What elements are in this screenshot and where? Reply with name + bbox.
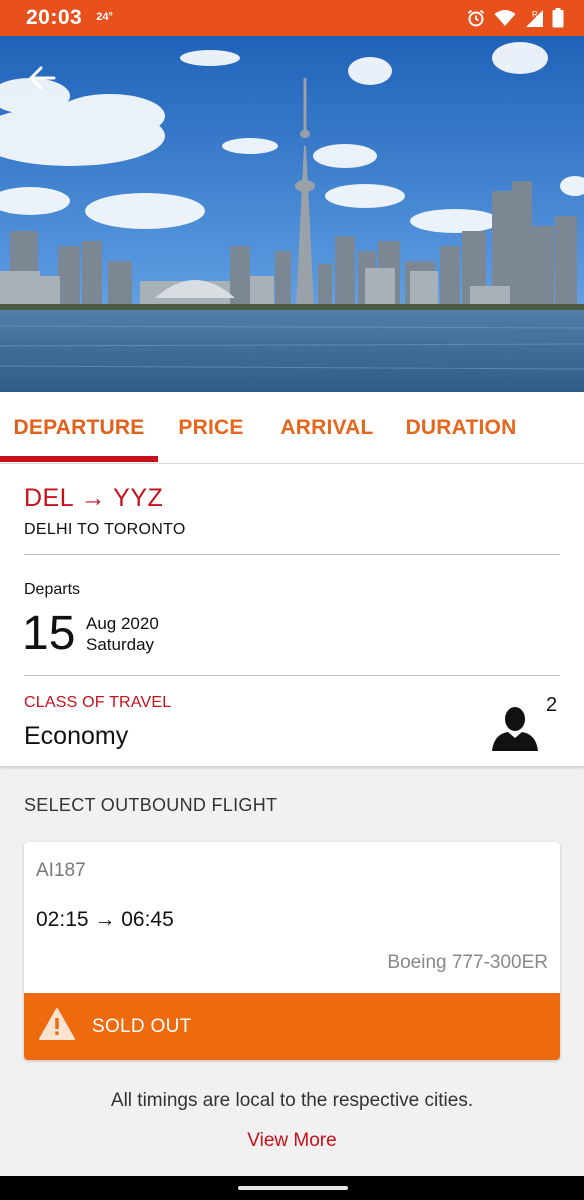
divider [24,675,560,676]
tab-duration[interactable]: DURATION [396,392,526,464]
route-name: DELHI TO TORONTO [24,521,186,538]
departure-weekday: Saturday [86,635,155,654]
trip-details-card: DEL → YYZ DELHI TO TORONTO Departs 15 Au… [0,464,584,766]
arrow-left-icon [28,66,56,95]
destination-hero-image [0,36,584,392]
system-nav-bar [0,1176,584,1200]
flight-number: AI187 [36,860,86,881]
tab-arrival[interactable]: ARRIVAL [270,392,384,464]
status-icons: R [466,8,564,28]
status-temperature: 24° [96,11,113,23]
passenger-count: 2 [546,694,558,716]
status-bar: 20:03 24° R [0,0,584,36]
back-button[interactable] [22,60,62,100]
view-more-link[interactable]: View More [0,1130,584,1152]
timings-note: All timings are local to the respective … [110,1090,474,1111]
svg-text:R: R [532,10,538,19]
sort-tabs: DEPARTURE PRICE ARRIVAL DURATION [0,392,584,464]
route-code: DEL → YYZ [24,484,164,512]
warning-icon [38,1007,76,1046]
wifi-icon [494,9,516,27]
departure-day: 15 [22,607,76,660]
outbound-section-title: SELECT OUTBOUND FLIGHT [24,795,278,815]
alarm-icon [466,8,486,28]
class-of-travel-value: Economy [24,722,129,750]
sold-out-label: SOLD OUT [92,1015,192,1037]
active-tab-indicator [0,456,158,462]
tab-departure[interactable]: DEPARTURE [0,392,158,464]
tab-price[interactable]: PRICE [160,392,262,464]
gesture-handle[interactable] [238,1186,348,1190]
flight-card[interactable]: AI187 02:15 → 06:45 Boeing 777-300ER SOL… [24,842,560,1060]
person-icon [490,704,540,752]
departs-label: Departs [24,581,81,598]
divider [24,554,560,555]
flight-times: 02:15 → 06:45 [36,908,174,931]
status-time: 20:03 [26,6,83,29]
signal-icon: R [524,8,544,28]
battery-icon [552,8,564,28]
class-of-travel-label: CLASS OF TRAVEL [24,694,172,711]
aircraft-type: Boeing 777-300ER [387,952,548,973]
sold-out-banner: SOLD OUT [24,993,560,1060]
departure-month-year: Aug 2020 [86,614,159,633]
